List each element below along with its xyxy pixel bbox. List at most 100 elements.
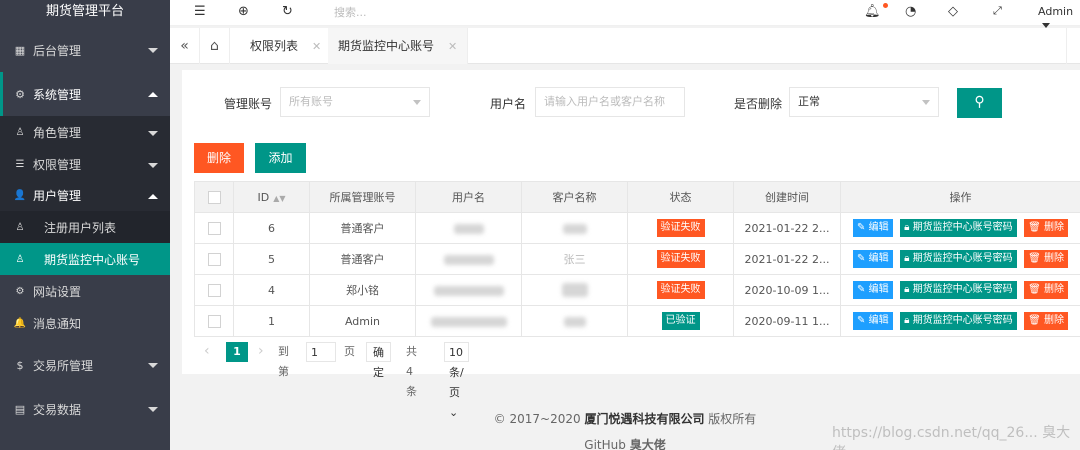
globe-icon[interactable]: ⊕ xyxy=(238,4,249,19)
cell-username xyxy=(415,305,522,337)
add-button[interactable]: 添加 xyxy=(255,143,306,173)
cell-id: 1 xyxy=(233,305,310,337)
user-icon: ♙ xyxy=(15,221,25,233)
password-button[interactable]: 🔒︎ 期货监控中心账号密码 xyxy=(900,312,1017,330)
fullscreen-icon[interactable]: ⤢ xyxy=(993,4,1002,18)
close-icon[interactable]: ✕ xyxy=(448,40,457,53)
cell-customer: 张三 xyxy=(521,243,628,275)
header-id[interactable]: ID ▲▼ xyxy=(233,181,310,213)
users-submenu: ♙ 注册用户列表 ♙ 期货监控中心账号 xyxy=(0,211,170,275)
tag-icon[interactable]: ◇ xyxy=(948,4,958,19)
sidebar-item-trade-data[interactable]: ▤ 交易数据 xyxy=(0,387,170,431)
deleted-filter-select[interactable]: 正常 xyxy=(789,87,939,117)
sidebar-item-label: 系统管理 xyxy=(33,87,82,102)
row-checkbox[interactable] xyxy=(207,283,221,297)
table-row: 4 郑小铭 验证失败 2020-10-09 1... ✎ 编辑 🔒︎ 期货监控中… xyxy=(194,274,1080,306)
list-icon: ☰ xyxy=(15,159,25,170)
edit-button[interactable]: ✎ 编辑 xyxy=(853,281,893,299)
close-icon[interactable]: ✕ xyxy=(312,40,321,53)
sidebar-item-label: 期货监控中心账号 xyxy=(44,252,141,267)
cell-status: 验证失败 xyxy=(627,243,734,275)
bell-icon[interactable]: 🔔︎ xyxy=(864,4,881,19)
password-label: 期货监控中心账号密码 xyxy=(912,315,1013,326)
cell-account: Admin xyxy=(309,305,416,337)
chevron-up-icon xyxy=(148,193,158,199)
person-icon: 👤 xyxy=(13,190,27,201)
goto-page-input[interactable]: 1 xyxy=(306,342,336,362)
sidebar-item-futures-accounts[interactable]: ♙ 期货监控中心账号 xyxy=(0,243,170,275)
tabs-next-icon[interactable]: › xyxy=(1066,28,1080,64)
select-all-checkbox[interactable] xyxy=(207,190,221,204)
current-page[interactable]: 1 xyxy=(226,342,248,362)
row-checkbox[interactable] xyxy=(207,252,221,266)
chevron-down-icon xyxy=(148,407,158,412)
sidebar-item-system[interactable]: ⚙ 系统管理 xyxy=(0,72,170,116)
row-delete-button[interactable]: 🗑︎ 删除 xyxy=(1024,312,1068,330)
cell-status: 验证失败 xyxy=(627,274,734,306)
redacted-text xyxy=(430,316,507,327)
dollar-icon: $ xyxy=(16,358,24,372)
cell-username xyxy=(415,243,522,275)
edit-button[interactable]: ✎ 编辑 xyxy=(853,219,893,237)
home-icon[interactable]: ⌂ xyxy=(200,28,230,64)
header-username: 用户名 xyxy=(415,181,522,213)
chevron-down-icon xyxy=(148,48,158,53)
sidebar-item-users[interactable]: 👤 用户管理 xyxy=(0,180,170,211)
menu-toggle-icon[interactable]: ☰ xyxy=(194,4,206,19)
header-customer: 客户名称 xyxy=(521,181,628,213)
github-link[interactable]: GitHub xyxy=(584,438,626,450)
tabs-prev-icon[interactable]: « xyxy=(170,28,200,64)
app-title: 期货管理平台 xyxy=(0,0,170,28)
row-delete-button[interactable]: 🗑︎ 删除 xyxy=(1024,281,1068,299)
sidebar-item-exchanges[interactable]: $ 交易所管理 xyxy=(0,343,170,387)
bell-icon: 🔔 xyxy=(13,317,27,329)
sidebar-item-site-settings[interactable]: ⚙ 网站设置 xyxy=(0,275,170,307)
search-input[interactable]: 搜索... xyxy=(334,4,367,20)
row-checkbox[interactable] xyxy=(207,314,221,328)
top-header: ☰ ⊕ ↻ 搜索... 🔔︎ ◔ ◇ ⤢ Admin xyxy=(170,0,1080,28)
cell-created: 2021-01-22 2... xyxy=(733,212,841,244)
tab-permissions[interactable]: 权限列表 ✕ xyxy=(240,28,333,64)
password-button[interactable]: 🔒︎ 期货监控中心账号密码 xyxy=(900,250,1017,268)
gear-icon: ⚙ xyxy=(15,285,25,297)
prev-page-icon[interactable]: ‹ xyxy=(204,342,210,362)
sidebar-item-label: 交易数据 xyxy=(33,402,82,417)
cell-customer xyxy=(521,274,628,306)
cell-id: 4 xyxy=(233,274,310,306)
sidebar-item-roles[interactable]: ♙ 角色管理 xyxy=(0,116,170,149)
sidebar-item-registered-users[interactable]: ♙ 注册用户列表 xyxy=(0,211,170,243)
sidebar-item-backend[interactable]: ▦ 后台管理 xyxy=(0,28,170,72)
edit-button[interactable]: ✎ 编辑 xyxy=(853,312,893,330)
cell-status: 已验证 xyxy=(627,305,734,337)
delete-label: 删除 xyxy=(1043,253,1064,264)
sidebar-item-permissions[interactable]: ☰ 权限管理 xyxy=(0,149,170,180)
row-delete-button[interactable]: 🗑︎ 删除 xyxy=(1024,250,1068,268)
cell-id: 6 xyxy=(233,212,310,244)
sort-icon[interactable]: ▲▼ xyxy=(273,194,285,203)
redacted-text xyxy=(433,285,504,296)
password-button[interactable]: 🔒︎ 期货监控中心账号密码 xyxy=(900,219,1017,237)
per-page-value: 10 条/页 xyxy=(449,346,464,399)
next-page-icon[interactable]: › xyxy=(258,342,264,362)
theme-icon[interactable]: ◔ xyxy=(905,4,916,19)
username-input[interactable]: 请输入用户名或客户名称 xyxy=(535,87,685,117)
gear-icon: ⚙ xyxy=(15,87,25,101)
delete-button[interactable]: 删除 xyxy=(194,143,244,173)
sidebar-item-label: 角色管理 xyxy=(33,126,82,140)
per-page-select[interactable]: 10 条/页 ⌄ xyxy=(444,342,469,419)
account-filter-select[interactable]: 所有账号 xyxy=(280,87,430,117)
search-button[interactable]: ⚲ xyxy=(957,88,1002,118)
tab-bar: « ⌂ 权限列表 ✕ 期货监控中心账号 ✕ › xyxy=(170,28,1080,64)
password-button[interactable]: 🔒︎ 期货监控中心账号密码 xyxy=(900,281,1017,299)
refresh-icon[interactable]: ↻ xyxy=(282,4,293,19)
user-name: Admin xyxy=(1038,5,1074,18)
row-checkbox[interactable] xyxy=(207,221,221,235)
tab-futures-accounts[interactable]: 期货监控中心账号 ✕ xyxy=(328,28,469,64)
username-filter-label: 用户名 xyxy=(490,97,527,111)
row-delete-button[interactable]: 🗑︎ 删除 xyxy=(1024,219,1068,237)
password-label: 期货监控中心账号密码 xyxy=(912,284,1013,295)
goto-confirm-button[interactable]: 确定 xyxy=(366,342,391,379)
sidebar-item-label: 注册用户列表 xyxy=(44,220,117,235)
sidebar-item-notifications[interactable]: 🔔 消息通知 xyxy=(0,307,170,339)
edit-button[interactable]: ✎ 编辑 xyxy=(853,250,893,268)
